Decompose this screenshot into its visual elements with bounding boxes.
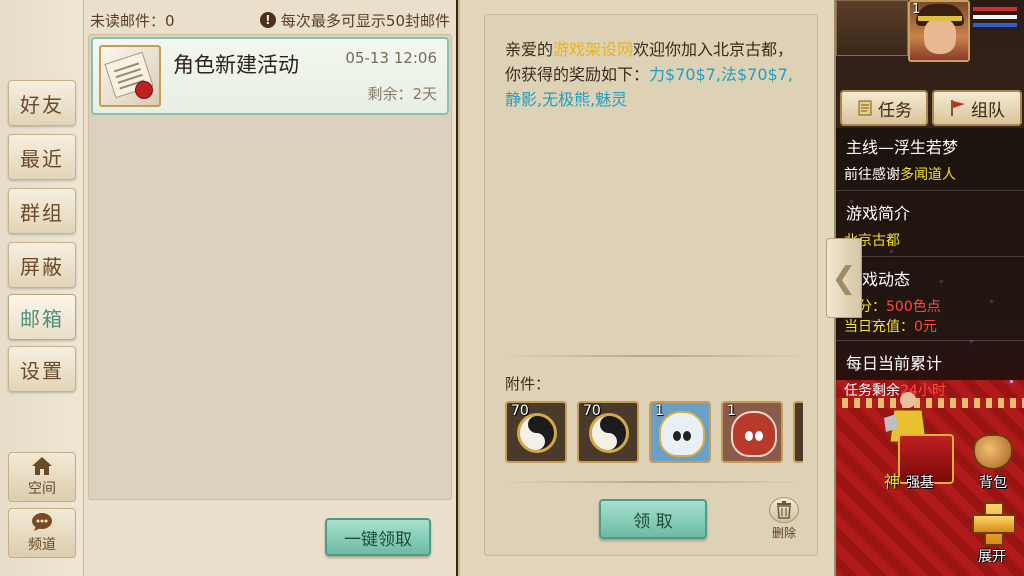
attachment-count: 1 <box>655 403 664 419</box>
quest-tracker[interactable]: 主线—浮生若梦 前往感谢多闻道人 游戏简介 北京古都 游戏动态 积分：500色点… <box>836 128 1024 380</box>
space-label: 空间 <box>28 481 56 497</box>
letter-icon <box>99 45 161 107</box>
quest-title[interactable]: 游戏简介 <box>846 200 910 224</box>
chevron-left-icon: ❮ <box>831 260 857 296</box>
claim-button[interactable]: 领 取 <box>599 499 707 539</box>
mail-list[interactable]: 角色新建活动 05-13 12:06 剩余：2天 <box>88 34 452 500</box>
delete-label: 删除 <box>771 526 796 540</box>
tab-friends[interactable]: 好友 <box>8 80 76 126</box>
bag-icon <box>973 434 1013 470</box>
attachment-count: 70 <box>583 403 601 419</box>
sender-name: 游戏架设网 <box>553 40 634 59</box>
mp-bar <box>972 22 1018 28</box>
bag-label: 背包 <box>979 475 1007 491</box>
attachment-slot[interactable]: 1 <box>649 401 711 463</box>
white-pet-icon <box>659 411 705 457</box>
hud-top-frame <box>836 0 908 56</box>
sparkle <box>1010 380 1013 383</box>
mail-detail-content: 亲爱的游戏架设网欢迎你加入北京古都，你获得的奖励如下：力$70$7,法$70$7… <box>484 14 818 556</box>
quest-separator <box>836 256 1024 257</box>
divider <box>501 355 805 357</box>
attachments-row: 70 70 1 1 <box>503 401 803 467</box>
social-sidebar: 好友 最近 群组 屏蔽 邮箱 设置 空间 频道 <box>0 0 84 576</box>
player-level: 1 <box>912 2 921 17</box>
attachment-slot[interactable]: 70 <box>577 401 639 463</box>
body-greeting: 亲爱的 <box>505 40 554 59</box>
mail-body: 亲爱的游戏架设网欢迎你加入北京古都，你获得的奖励如下：力$70$7,法$70$7… <box>505 37 805 112</box>
delete-button[interactable]: 删除 <box>767 497 801 541</box>
quest-objective[interactable]: 当日充值：0元 <box>844 316 937 336</box>
mail-item[interactable]: 角色新建活动 05-13 12:06 剩余：2天 <box>91 37 449 115</box>
task-button[interactable]: 任务 <box>840 90 928 126</box>
team-button[interactable]: 组队 <box>932 90 1022 126</box>
attachment-slot[interactable]: 1 <box>721 401 783 463</box>
trash-icon <box>769 497 799 523</box>
space-button[interactable]: 空间 <box>8 452 76 502</box>
tab-recent[interactable]: 最近 <box>8 134 76 180</box>
tab-blocked[interactable]: 屏蔽 <box>8 242 76 288</box>
attachments-label: 附件： <box>505 375 551 393</box>
limit-notice-text: 每次最多可显示50封邮件 <box>280 11 450 30</box>
exclamation-icon: ! <box>259 12 276 28</box>
hp-bar <box>972 6 1018 12</box>
bag-button[interactable]: 背包 <box>966 434 1020 492</box>
tab-groups[interactable]: 群组 <box>8 188 76 234</box>
expand-button[interactable]: 展开 <box>964 500 1020 570</box>
quest-objective[interactable]: 前往感谢多闻道人 <box>844 164 956 184</box>
attachment-count: 70 <box>511 403 529 419</box>
quest-separator <box>836 190 1024 191</box>
player-status-bars <box>972 4 1018 34</box>
claim-all-button[interactable]: 一键领取 <box>325 518 431 556</box>
mail-detail-panel: 亲爱的游戏架设网欢迎你加入北京古都，你获得的奖励如下：力$70$7,法$70$7… <box>458 0 836 576</box>
attachment-slot[interactable] <box>793 401 803 463</box>
collapse-panel-button[interactable]: ❮ <box>826 238 862 318</box>
chat-bubble-icon <box>32 513 52 531</box>
mail-date: 05-13 12:06 <box>345 49 437 67</box>
tab-settings[interactable]: 设置 <box>8 346 76 392</box>
scroll-icon <box>858 100 872 116</box>
taiji-icon <box>589 413 629 453</box>
taiji-icon <box>517 413 557 453</box>
chest-label: 强基 <box>906 475 934 491</box>
red-beast-icon <box>731 411 777 457</box>
task-label: 任务 <box>878 100 912 121</box>
plus-icon <box>970 500 1016 546</box>
team-label: 组队 <box>971 100 1005 121</box>
quest-title[interactable]: 每日当前累计 <box>846 350 942 374</box>
divider <box>501 481 805 483</box>
quest-separator <box>836 340 1024 341</box>
unread-count: 未读邮件：0 <box>90 11 175 30</box>
separator-bar <box>972 14 1018 20</box>
channel-label: 频道 <box>28 537 56 553</box>
quest-title[interactable]: 主线—浮生若梦 <box>846 134 958 158</box>
attachment-slot[interactable]: 70 <box>505 401 567 463</box>
limit-notice: ! 每次最多可显示50封邮件 <box>259 10 450 31</box>
mail-remaining: 剩余：2天 <box>367 85 437 103</box>
mail-list-header: 未读邮件：0 ! 每次最多可显示50封邮件 <box>90 8 450 32</box>
mail-list-panel: 未读邮件：0 ! 每次最多可显示50封邮件 角色新建活动 05-13 12:06… <box>84 0 456 576</box>
tab-mailbox[interactable]: 邮箱 <box>8 294 76 340</box>
mail-title: 角色新建活动 <box>173 53 299 77</box>
flag-icon <box>951 100 965 116</box>
home-icon <box>32 457 52 475</box>
channel-button[interactable]: 频道 <box>8 508 76 558</box>
god-label: 神 <box>884 472 901 491</box>
attachment-count: 1 <box>727 403 736 419</box>
player-avatar[interactable]: 1 <box>908 0 970 62</box>
expand-label: 展开 <box>978 549 1006 565</box>
